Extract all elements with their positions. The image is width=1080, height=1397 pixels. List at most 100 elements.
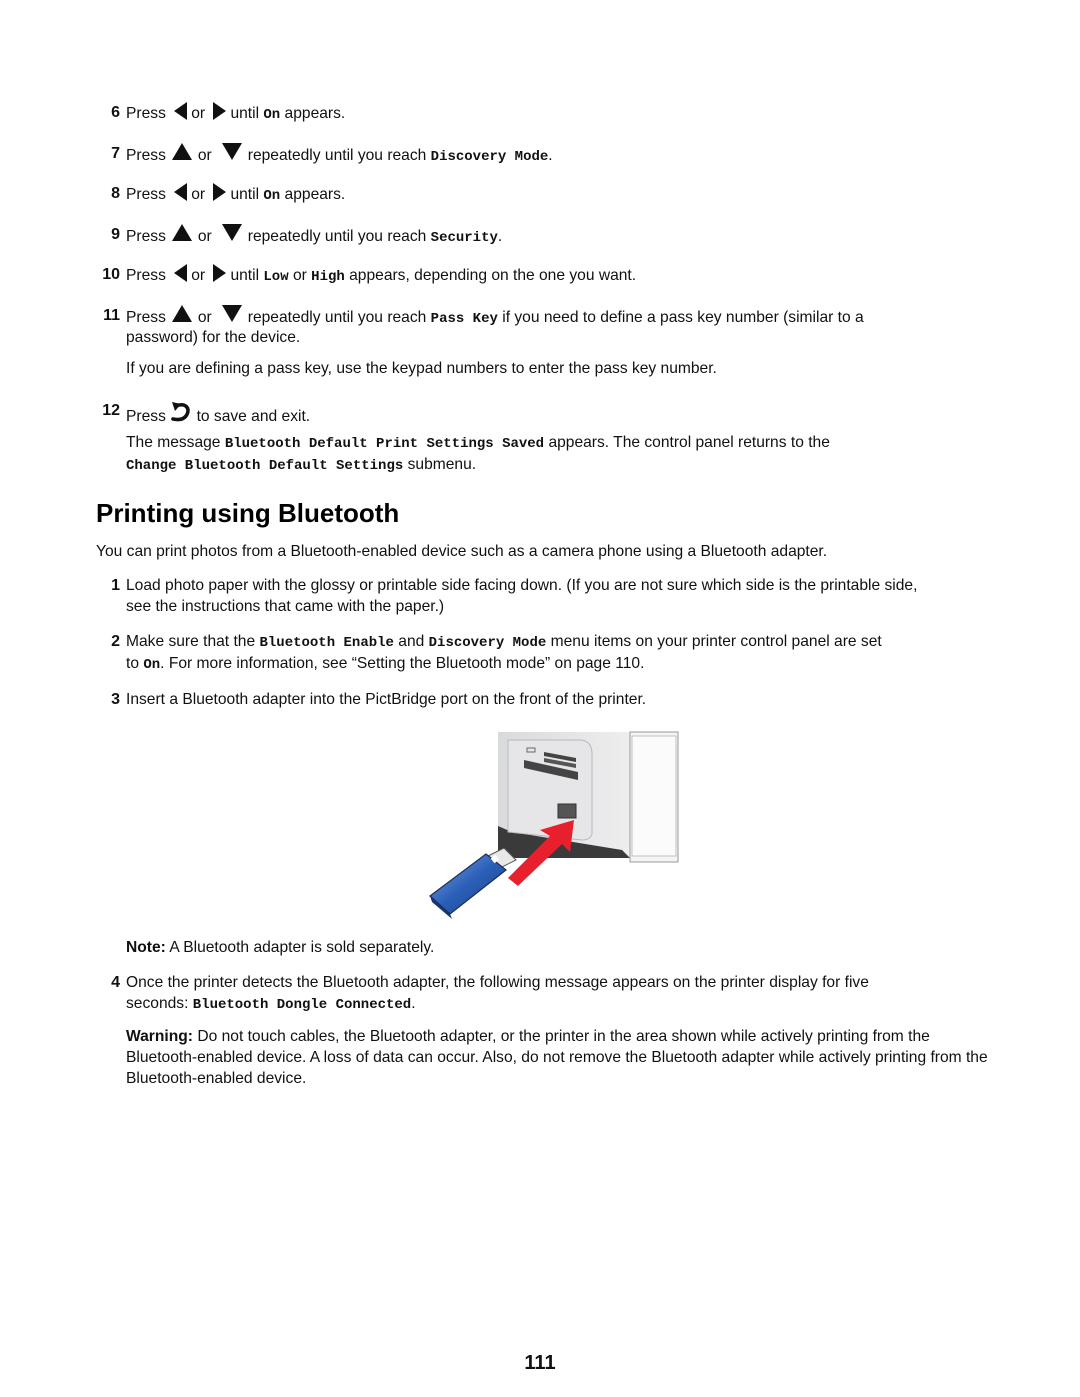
step-number: 9 <box>111 226 120 243</box>
step-12-message-line2: Change Bluetooth Default Settings submen… <box>126 454 476 477</box>
menu-code: Pass Key <box>430 311 498 327</box>
left-arrow-icon <box>174 264 188 282</box>
step-number: 6 <box>111 104 120 121</box>
step-11-paragraph: If you are defining a pass key, use the … <box>126 360 717 377</box>
right-arrow-icon <box>213 102 227 120</box>
step-2-line2: to On. For more information, see “Settin… <box>126 653 644 676</box>
menu-code: Bluetooth Dongle Connected <box>192 997 412 1013</box>
up-arrow-icon <box>171 143 192 160</box>
step-4: Once the printer detects the Bluetooth a… <box>126 974 869 991</box>
menu-code: Security <box>430 230 498 246</box>
step-text: Make sure that the <box>126 633 256 650</box>
step-number: 1 <box>111 577 120 594</box>
step-12: Press to save and exit. <box>126 400 310 430</box>
step-text: or <box>292 267 307 284</box>
left-arrow-icon <box>174 102 188 120</box>
step-text: or <box>197 147 212 164</box>
step-4-line2: seconds: Bluetooth Dongle Connected. <box>126 993 416 1016</box>
step-1: Load photo paper with the glossy or prin… <box>126 577 918 594</box>
section-intro: You can print photos from a Bluetooth-en… <box>96 543 828 560</box>
step-9: Press or repeatedly until you reach Securi… <box>126 224 502 249</box>
step-text: Press <box>126 105 166 122</box>
step-text: until <box>230 267 260 284</box>
step-text: appears. The control panel returns to th… <box>548 434 830 451</box>
printer-illustration <box>429 731 679 919</box>
down-arrow-icon <box>221 305 242 322</box>
step-8: Press or until On appears. <box>126 183 345 207</box>
step-number: 10 <box>102 266 120 283</box>
step-text: and <box>398 633 425 650</box>
menu-code: Bluetooth Default Print Settings Saved <box>224 436 545 452</box>
step-text: or <box>191 186 206 203</box>
step-text: menu items on your printer control panel… <box>550 633 882 650</box>
step-number: 12 <box>102 402 120 419</box>
step-text: . <box>497 228 503 245</box>
step-text: appears. <box>284 186 346 203</box>
section-title: Printing using Bluetooth <box>96 498 400 528</box>
step-number: 2 <box>111 633 120 650</box>
step-2: Make sure that the Bluetooth Enable and … <box>126 631 882 654</box>
step-text: . <box>548 147 553 164</box>
step-10: Press or until Low or High appears, depe… <box>126 264 636 288</box>
step-11-line2: password) for the device. <box>126 329 301 346</box>
warning-text: Do not touch cables, the Bluetooth adapt… <box>126 1028 988 1087</box>
step-text: Press <box>126 147 166 164</box>
note-label: Note: <box>126 939 166 956</box>
step-text: repeatedly until you reach <box>247 147 427 164</box>
step-text: The message <box>126 434 221 451</box>
left-arrow-icon <box>174 183 188 201</box>
menu-code: On <box>143 657 161 673</box>
step-text: appears, depending on the one you want. <box>349 267 637 284</box>
cross-reference-link[interactable]: . For more information, see “Setting the… <box>160 655 644 672</box>
step-text: submenu. <box>407 456 477 473</box>
note: Note: A Bluetooth adapter is sold separa… <box>126 937 434 958</box>
step-text: . <box>411 995 416 1012</box>
step-text: repeatedly until you reach <box>247 228 427 245</box>
step-text: or <box>197 309 212 326</box>
step-number: 8 <box>111 185 120 202</box>
menu-code: Bluetooth Enable <box>259 635 394 651</box>
page-number: 111 <box>524 1352 556 1374</box>
menu-code: Low <box>263 269 289 285</box>
step-number: 7 <box>111 145 120 162</box>
step-1-line2: see the instructions that came with the … <box>126 598 445 615</box>
step-text: to save and exit. <box>196 408 311 425</box>
step-number: 3 <box>111 691 120 708</box>
step-text: Press <box>126 267 166 284</box>
up-arrow-icon <box>171 224 192 241</box>
up-arrow-icon <box>171 305 192 322</box>
note-text: A Bluetooth adapter is sold separately. <box>169 939 435 956</box>
menu-code: On <box>263 188 281 204</box>
menu-code: High <box>311 269 345 285</box>
step-6: Press or until On appears. <box>126 102 345 126</box>
warning-label: Warning: <box>126 1028 193 1045</box>
bluetooth-adapter-figure <box>412 728 682 924</box>
menu-code: Change Bluetooth Default Settings <box>126 458 404 474</box>
step-text: Press <box>126 309 166 326</box>
menu-code: Discovery Mode <box>428 635 547 651</box>
step-text: until <box>230 105 260 122</box>
pictbridge-port <box>557 803 577 819</box>
step-7: Press or repeatedly until you reach Discov… <box>126 143 553 168</box>
step-text: seconds: <box>126 995 189 1012</box>
back-icon <box>170 400 192 430</box>
step-12-message: The message Bluetooth Default Print Sett… <box>126 432 830 455</box>
step-text: or <box>197 228 212 245</box>
down-arrow-icon <box>221 224 242 241</box>
step-text: Press <box>126 228 166 245</box>
step-text: if you need to define a pass key number … <box>502 309 864 326</box>
step-text: repeatedly until you reach <box>247 309 427 326</box>
step-text: or <box>191 267 206 284</box>
warning: Warning: Do not touch cables, the Blueto… <box>126 1026 990 1089</box>
menu-code: On <box>263 107 281 123</box>
step-text: Press <box>126 408 166 425</box>
step-3: Insert a Bluetooth adapter into the Pict… <box>126 691 647 708</box>
right-arrow-icon <box>213 183 227 201</box>
right-arrow-icon <box>213 264 227 282</box>
down-arrow-icon <box>221 143 242 160</box>
menu-code: Discovery Mode <box>430 149 549 165</box>
step-number: 11 <box>103 307 120 324</box>
step-text: until <box>230 186 260 203</box>
step-text: to <box>126 655 140 672</box>
step-number: 4 <box>111 974 120 991</box>
